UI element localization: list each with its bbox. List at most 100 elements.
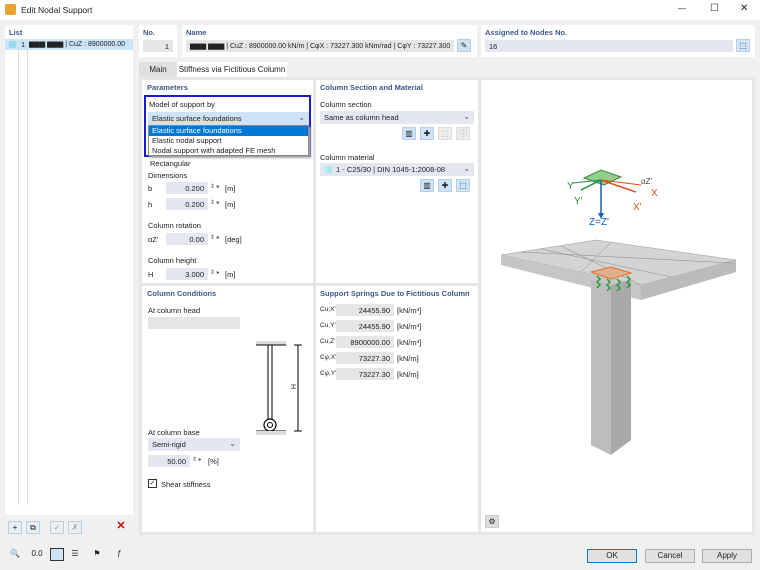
selected-value: Elastic surface foundations [152, 114, 242, 123]
list-item-no: 1 [21, 40, 26, 49]
select-nodes-icon[interactable]: ⬚ [736, 39, 750, 52]
minimize-button[interactable]: — [678, 4, 686, 13]
H-spinner[interactable]: ⇕ ▸ [210, 269, 220, 276]
spring-label: Cu,Y' [320, 322, 336, 329]
list-panel: List 1 ▆▆▆ ▆▆▆ | CuZ : 8900000.00 [5, 25, 133, 515]
conditions-header: Column Conditions [147, 289, 217, 298]
percent-unit: [%] [208, 457, 219, 466]
function-icon[interactable]: ƒ [112, 548, 126, 561]
springs-header: Support Springs Due to Fictitious Column [320, 289, 470, 298]
cancel-button[interactable]: Cancel [645, 549, 695, 563]
spring-label: Cu,Z' [320, 338, 336, 345]
spring-label: Cφ,Y' [320, 370, 337, 377]
ok-button[interactable]: OK [587, 549, 637, 563]
assigned-nodes-input[interactable]: 16 [485, 40, 733, 52]
no-field[interactable]: 1 [143, 40, 173, 52]
b-input[interactable]: 0.200 [166, 182, 208, 194]
diagram-h-label: H [289, 383, 297, 390]
name-label: Name [186, 28, 207, 37]
model-icon[interactable]: ⚑ [90, 548, 104, 561]
shear-stiffness-checkbox[interactable]: ✓ [148, 479, 157, 488]
spring-label: Cu,X' [320, 306, 336, 313]
column-section-value: Same as column head [324, 113, 399, 122]
tab-main[interactable]: Main [139, 62, 177, 77]
tab-stiffness-fictitious-column[interactable]: Stiffness via Fictitious Column [177, 62, 287, 77]
column-section-panel: Column Section and Material Column secti… [316, 80, 478, 283]
spring-unit: [kN/m³] [397, 322, 422, 331]
list-toolbar: + ⧉ ✓ ✗ ✕ [8, 521, 133, 535]
units-icon[interactable]: 0.0 [30, 548, 44, 561]
h-spinner[interactable]: ⇕ ▸ [210, 199, 220, 206]
spring-value: 24455.90 [336, 304, 394, 316]
alpha-input[interactable]: 0.00 [166, 233, 208, 245]
column-material-value: 1 - C25/30 | DIN 1045-1:2008-08 [336, 165, 446, 174]
edit-material-icon[interactable]: ⬚ [456, 179, 470, 192]
support-springs-panel: Support Springs Due to Fictitious Column… [316, 286, 478, 532]
column-diagram [256, 341, 302, 435]
delete-icon[interactable]: ✕ [114, 521, 128, 534]
color-icon[interactable] [50, 548, 64, 561]
info-icon[interactable]: ⓘ [456, 127, 470, 140]
list-item[interactable]: 1 ▆▆▆ ▆▆▆ | CuZ : 8900000.00 [5, 39, 133, 50]
h-unit: [m] [225, 200, 236, 209]
chevron-down-icon: ⌄ [298, 113, 305, 122]
column-conditions-panel: Column Conditions At column head H At co… [142, 286, 313, 532]
spring-value: 8900000.00 [336, 336, 394, 348]
parameters-header: Parameters [147, 83, 188, 92]
axis-x-label: X [651, 188, 658, 199]
model-of-support-label: Model of support by [149, 100, 215, 109]
dropdown-list: Elastic surface foundations Elastic noda… [148, 125, 309, 156]
new-material-icon[interactable]: ✚ [438, 179, 452, 192]
percent-input[interactable]: 50.00 [148, 455, 190, 467]
app-icon [5, 4, 16, 15]
new-item-icon[interactable]: + [8, 521, 22, 534]
H-label: H [148, 270, 154, 279]
apply-button[interactable]: Apply [702, 549, 752, 563]
column-material-label: Column material [320, 153, 375, 162]
H-input[interactable]: 3.000 [166, 268, 208, 280]
alpha-label: αZ' [148, 235, 159, 244]
alpha-spinner[interactable]: ⇕ ▸ [210, 234, 220, 241]
model-of-support-select[interactable]: Elastic surface foundations ⌄ [148, 112, 309, 125]
column-section-label: Column section [320, 100, 372, 109]
edit-section-icon[interactable]: ⬚ [438, 127, 452, 140]
model-of-support-group: Model of support by Elastic surface foun… [144, 95, 311, 157]
copy-item-icon[interactable]: ⧉ [26, 521, 40, 534]
b-spinner[interactable]: ⇕ ▸ [210, 183, 220, 190]
option-elastic-surface-foundations[interactable]: Elastic surface foundations [149, 126, 308, 136]
title-bar: Edit Nodal Support — ☐ ✕ [0, 0, 760, 20]
column-material-select[interactable]: 1 - C25/30 | DIN 1045-1:2008-08 ⌄ [320, 163, 474, 176]
close-button[interactable]: ✕ [740, 3, 748, 14]
name-field[interactable]: ▆▆▆ ▆▆▆ | CuZ : 8900000.00 kN/m | CφX : … [186, 40, 454, 52]
window-title: Edit Nodal Support [21, 5, 93, 15]
alpha-unit: [deg] [225, 235, 242, 244]
check-icon[interactable]: ✓ [50, 521, 64, 534]
search-icon[interactable]: 🔍 [8, 548, 22, 561]
material-color-swatch [325, 166, 332, 173]
rotation-label: Column rotation [148, 221, 201, 230]
material-library-icon[interactable]: ▥ [420, 179, 434, 192]
assigned-panel: Assigned to Nodes No. 16 ⬚ [481, 25, 755, 57]
support-3d-graphic [500, 169, 737, 455]
alpha-axis-label: αZ' [641, 177, 653, 186]
column-head-label: At column head [148, 306, 201, 315]
axis-z-label: Z=Z' [589, 217, 609, 228]
maximize-button[interactable]: ☐ [710, 3, 719, 14]
H-unit: [m] [225, 270, 236, 279]
h-input[interactable]: 0.200 [166, 198, 208, 210]
option-nodal-support-adapted-fe-mesh[interactable]: Nodal support with adapted FE mesh [149, 146, 308, 156]
uncheck-icon[interactable]: ✗ [68, 521, 82, 534]
spring-value: 73227.30 [336, 352, 394, 364]
library-icon[interactable]: ▥ [402, 127, 416, 140]
column-base-select[interactable]: Semi-rigid ⌄ [148, 438, 240, 451]
spring-value: 24455.90 [336, 320, 394, 332]
percent-spinner[interactable]: ⇕ ▸ [192, 456, 202, 463]
option-elastic-nodal-support[interactable]: Elastic nodal support [149, 136, 308, 146]
b-unit: [m] [225, 184, 236, 193]
column-section-select[interactable]: Same as column head ⌄ [320, 111, 474, 124]
view-options-icon[interactable]: ⚙ [485, 515, 499, 528]
new-section-icon[interactable]: ✚ [420, 127, 434, 140]
edit-name-icon[interactable]: ✎ [457, 39, 471, 52]
axis-y-label: Y [567, 181, 574, 192]
columns-icon[interactable]: ☰ [68, 548, 82, 561]
